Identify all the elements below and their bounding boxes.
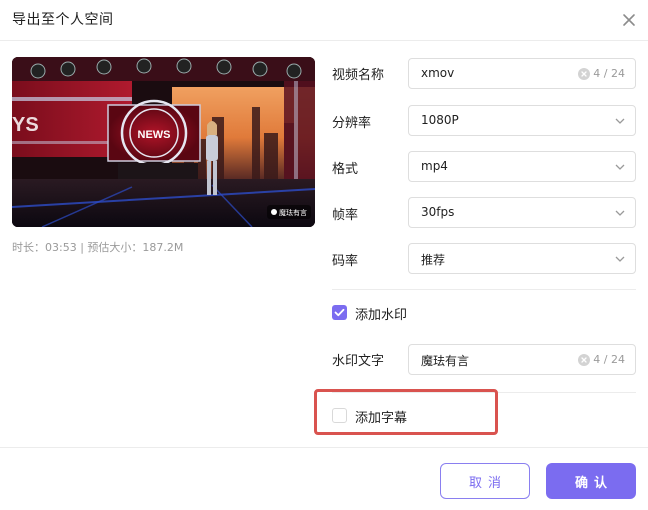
dialog-title: 导出至个人空间	[12, 12, 114, 28]
export-dialog: 导出至个人空间 NEWS YS 魔珐有言 时长：03:53 | 预估大小：187…	[0, 0, 648, 510]
watermark-text-input[interactable]: 魔珐有言 4 / 24	[408, 344, 636, 375]
clear-icon[interactable]	[578, 354, 590, 366]
framerate-value: 30fps	[421, 205, 455, 219]
resolution-select[interactable]: 1080P	[408, 105, 636, 136]
video-name-input[interactable]: xmov 4 / 24	[408, 58, 636, 89]
chevron-down-icon	[614, 207, 626, 219]
video-preview: NEWS YS 魔珐有言	[12, 57, 315, 227]
close-icon[interactable]	[619, 10, 639, 30]
subtitle-highlight-box	[314, 389, 498, 435]
chevron-down-icon	[614, 115, 626, 127]
video-name-label: 视频名称	[332, 68, 385, 83]
preview-side-text: YS	[12, 114, 39, 136]
framerate-label: 帧率	[332, 208, 359, 223]
header-divider	[0, 40, 648, 41]
format-select[interactable]: mp4	[408, 151, 636, 182]
bitrate-select[interactable]: 推荐	[408, 243, 636, 274]
chevron-down-icon	[614, 161, 626, 173]
watermark-text-value: 魔珐有言	[421, 354, 470, 368]
format-value: mp4	[421, 159, 448, 173]
format-label: 格式	[332, 162, 359, 177]
clear-icon[interactable]	[578, 68, 590, 80]
section-divider	[332, 289, 636, 290]
video-name-value: xmov	[421, 66, 455, 80]
framerate-select[interactable]: 30fps	[408, 197, 636, 228]
preview-watermark: 魔珐有言	[279, 208, 307, 217]
resolution-label: 分辨率	[332, 116, 372, 131]
video-meta: 时长：03:53 | 预估大小：187.2M	[12, 241, 184, 254]
preview-news-text: NEWS	[138, 129, 171, 141]
char-count: 4 / 24	[593, 353, 625, 366]
confirm-button[interactable]: 确认	[546, 463, 636, 499]
bitrate-label: 码率	[332, 254, 359, 269]
resolution-value: 1080P	[421, 113, 459, 127]
watermark-checkbox-label[interactable]: 添加水印	[355, 304, 407, 323]
watermark-text-label: 水印文字	[332, 354, 385, 369]
watermark-checkbox[interactable]	[332, 305, 347, 320]
bitrate-value: 推荐	[421, 253, 446, 267]
chevron-down-icon	[614, 253, 626, 265]
cancel-button[interactable]: 取消	[440, 463, 530, 499]
footer-divider	[0, 447, 648, 448]
char-count: 4 / 24	[593, 67, 625, 80]
